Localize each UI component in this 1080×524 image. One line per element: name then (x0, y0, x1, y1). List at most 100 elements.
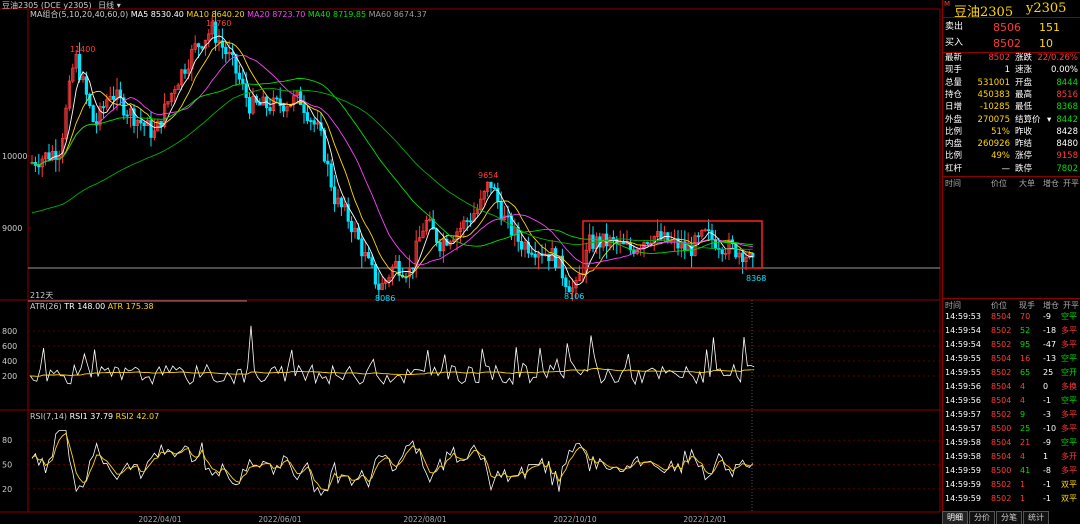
price-tick-label-1: 9000 (2, 224, 22, 233)
tick-row[interactable]: 14:59:59 8502 1 -1 双平 (943, 492, 1080, 505)
tab-0[interactable]: 明细 (942, 511, 968, 524)
candle-body (356, 227, 361, 240)
tick-price: 8504 (991, 396, 1012, 405)
quote-value: 8516 (1056, 89, 1078, 100)
quote-row: 总量 531001 开盘 8444 (943, 77, 1080, 90)
tick-oi-change: -18 (1043, 326, 1057, 335)
candle-body (312, 120, 316, 125)
tick-oi-change: 1 (1043, 452, 1049, 461)
big-order-col-0: 时间 (945, 179, 961, 188)
bid-row[interactable]: 买入 8502 10 (943, 36, 1080, 51)
quote-value: 0.00% (1050, 65, 1078, 76)
quote-label: 持仓 (945, 89, 963, 100)
candle-body (142, 122, 146, 127)
rsi-legend-name: RSI(7,14) (30, 412, 68, 421)
tick-type: 多平 (1061, 466, 1077, 475)
quote-value: 7802 (1056, 163, 1078, 174)
candle-body (91, 105, 95, 123)
sell-volume: 151 (1039, 21, 1060, 34)
tick-volume: 21 (1020, 438, 1031, 447)
candle-body (713, 239, 718, 249)
tick-time: 14:59:57 (945, 410, 981, 419)
ma-legend-name: MA组合(5,10,20,40,60,0) (30, 10, 129, 19)
candle-body (149, 120, 153, 138)
tick-type: 空平 (1061, 354, 1077, 363)
ma-legend-item-3: MA40 8719.85 (305, 10, 367, 19)
tick-time: 14:59:56 (945, 396, 981, 405)
tick-oi-change: 0 (1043, 382, 1049, 391)
chart-area[interactable]: 10000 9000 212天 11400 11760 9654 8086 8106 8368 8… (0, 0, 942, 524)
annotation-low-1: 8086 (375, 294, 395, 303)
tick-row[interactable]: 14:59:54 8502 52 -18 多平 (943, 324, 1080, 337)
symbol-label: 豆油2305 (2, 1, 39, 10)
candle-body (224, 46, 228, 55)
candle-body (438, 241, 442, 252)
quote-row: 内盘 260926 昨结 8480 (943, 138, 1080, 151)
ma10-line (31, 40, 753, 278)
period-selector[interactable]: 日线 (98, 1, 114, 10)
quote-row: 最新 8502 涨跌 22/0.26% (943, 52, 1080, 65)
candle-body (741, 252, 745, 263)
rsi-legend-item-1: RSI2 42.07 (113, 412, 160, 421)
tick-row[interactable]: 14:59:59 8502 1 -1 双平 (943, 478, 1080, 491)
atr-axis-label-1: 600 (2, 342, 17, 351)
tab-2[interactable]: 分笔 (996, 511, 1022, 524)
tick-price: 8502 (991, 480, 1012, 489)
candle-body (112, 95, 116, 100)
tick-row[interactable]: 14:59:59 8500 41 -8 多平 (943, 464, 1080, 477)
chevron-down-icon[interactable]: ▾ (117, 1, 121, 10)
candle-body (411, 267, 415, 270)
tick-list[interactable]: 14:59:53 8504 70 -9 空平 14:59:54 8502 52 -18 多平 14:… (943, 310, 1080, 510)
quote-row: 现手 1 速涨 0.00% (943, 64, 1080, 77)
candle-body (465, 220, 469, 223)
bid-ask-box: 卖出 8506 151 买入 8502 10 (943, 17, 1080, 53)
chevron-down-icon[interactable]: ▾ (1047, 114, 1051, 127)
candle-body (591, 234, 595, 249)
candle-body (125, 114, 129, 117)
quote-label: 比例 (945, 151, 963, 162)
tick-row[interactable]: 14:59:58 8504 4 1 多开 (943, 450, 1080, 463)
tick-row[interactable]: 14:59:57 8502 9 -3 多平 (943, 408, 1080, 421)
tick-row[interactable]: 14:59:56 8504 4 0 多换 (943, 380, 1080, 393)
tick-row[interactable]: 14:59:56 8504 4 -1 空平 (943, 394, 1080, 407)
tick-row[interactable]: 14:59:58 8504 21 -9 空平 (943, 436, 1080, 449)
kline-chart[interactable]: 10000 9000 212天 11400 11760 9654 8086 8106 8368 8… (0, 0, 942, 524)
candle-body (349, 220, 354, 233)
candle-body (244, 83, 248, 98)
tick-row[interactable]: 14:59:55 8502 65 25 空开 (943, 366, 1080, 379)
candle-body (720, 249, 724, 255)
tick-row[interactable]: 14:59:55 8504 16 -13 空平 (943, 352, 1080, 365)
candle-body (183, 69, 187, 74)
tick-type: 空平 (1061, 438, 1077, 447)
tick-price: 8502 (991, 494, 1012, 503)
quote-label: 开盘 (1015, 77, 1033, 88)
tick-time: 14:59:56 (945, 382, 981, 391)
tick-oi-change: -9 (1043, 312, 1051, 321)
ask-row[interactable]: 卖出 8506 151 (943, 20, 1080, 35)
tick-time: 14:59:55 (945, 354, 981, 363)
tick-oi-change: -13 (1043, 354, 1057, 363)
tick-type: 双平 (1061, 494, 1077, 503)
tick-row[interactable]: 14:59:53 8504 70 -9 空平 (943, 310, 1080, 323)
tick-type: 多换 (1061, 382, 1077, 391)
candle-body (377, 283, 381, 290)
big-order-header: 时间 价位 大单 增仓 开平 (943, 176, 1080, 189)
tab-3[interactable]: 统计 (1023, 511, 1049, 524)
tick-time: 14:59:57 (945, 424, 981, 433)
candle-body (309, 120, 313, 122)
tab-1[interactable]: 分价 (969, 511, 995, 524)
tick-volume: 1 (1020, 480, 1026, 489)
tick-row[interactable]: 14:59:57 8500 25 -10 多平 (943, 422, 1080, 435)
candle-body (533, 253, 537, 258)
tick-volume: 95 (1020, 340, 1031, 349)
tick-row[interactable]: 14:59:54 8502 95 -47 多平 (943, 338, 1080, 351)
tick-price: 8500 (991, 466, 1012, 475)
candle-body (241, 78, 245, 85)
quote-row: 外盘 270075 结算价 ▾ 8442 (943, 114, 1080, 127)
candle-body (492, 187, 497, 190)
candle-body (54, 150, 58, 160)
annotation-mid-high: 9654 (478, 171, 498, 180)
annotation-last-low: 8368 (746, 274, 766, 283)
quote-label: 结算价 (1015, 114, 1041, 125)
panel-tabs: 明细 分价 分笔 统计 (942, 511, 1080, 524)
